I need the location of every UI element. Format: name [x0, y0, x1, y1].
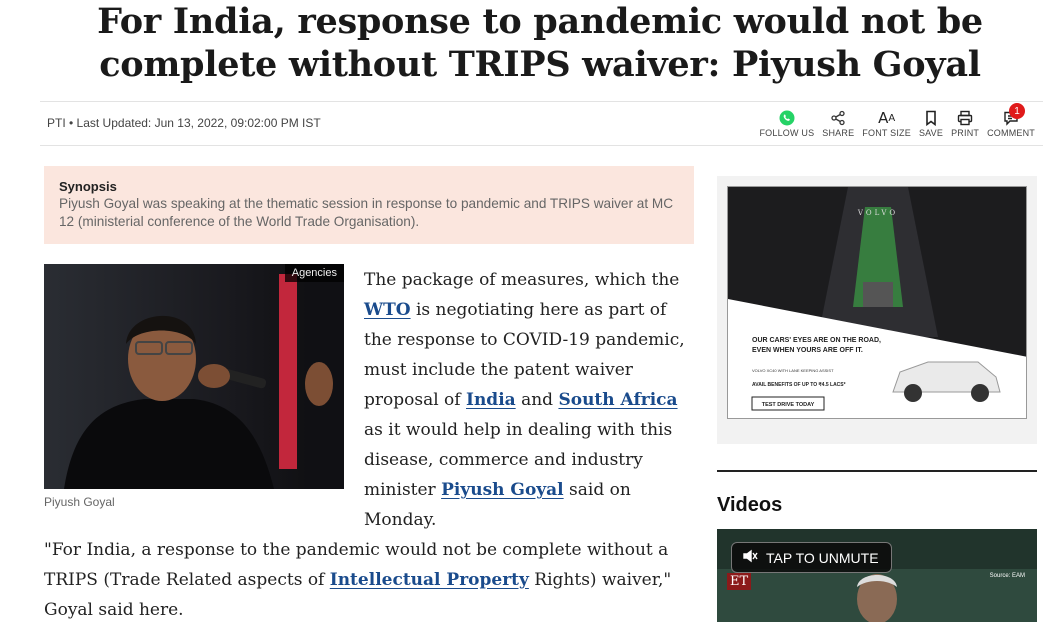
ad-line-1: OUR CARS' EYES ARE ON THE ROAD, — [752, 337, 881, 344]
tap-to-unmute-button[interactable]: TAP TO UNMUTE — [731, 542, 892, 573]
link-intellectual-property[interactable]: Intellectual Property — [330, 570, 529, 590]
whatsapp-icon — [779, 108, 795, 128]
article-meta-bar: PTI • Last Updated: Jun 13, 2022, 09:02:… — [40, 101, 1043, 146]
comment-label: COMMENT — [987, 128, 1035, 138]
article-headline: For India, response to pandemic would no… — [97, 1, 983, 85]
article-photo[interactable]: Agencies — [44, 264, 344, 489]
print-button[interactable]: PRINT — [951, 108, 979, 138]
font-size-icon: AA — [878, 109, 896, 127]
article-toolbar: FOLLOW US SHARE AA FONT SIZE SAVE PRINT — [759, 103, 1035, 138]
print-label: PRINT — [951, 128, 980, 138]
videos-heading: Videos — [717, 494, 783, 516]
photo-caption: Piyush Goyal — [44, 495, 115, 509]
link-india[interactable]: India — [466, 390, 516, 410]
sidebar-divider — [717, 470, 1037, 472]
comment-count-badge: 1 — [1009, 103, 1025, 119]
video-player[interactable]: TAP TO UNMUTE ET Source: EAM — [717, 529, 1037, 622]
share-icon — [830, 108, 846, 128]
print-icon — [957, 108, 973, 128]
font-size-label: FONT SIZE — [862, 128, 911, 138]
save-button[interactable]: SAVE — [919, 108, 943, 138]
article-paragraph-2: "For India, a response to the pandemic w… — [44, 535, 694, 622]
muted-speaker-icon — [742, 549, 758, 566]
link-south-africa[interactable]: South Africa — [558, 390, 677, 410]
photo-credit-tag: Agencies — [284, 264, 344, 282]
volvo-ad[interactable]: VOLVO OUR CARS' EYES ARE ON THE ROAD, EV… — [727, 186, 1027, 419]
paragraph-text: and — [515, 390, 559, 410]
byline: PTI • Last Updated: Jun 13, 2022, 09:02:… — [47, 116, 321, 130]
ad-cta[interactable]: TEST DRIVE TODAY — [762, 402, 815, 408]
video-source: Source: EAM — [989, 573, 1025, 579]
ad-benefits: AVAIL BENEFITS OF UP TO ₹4.5 LACS* — [752, 382, 846, 388]
font-size-button[interactable]: AA FONT SIZE — [862, 108, 911, 138]
share-button[interactable]: SHARE — [822, 108, 854, 138]
comment-button[interactable]: 1 COMMENT — [987, 103, 1035, 138]
unmute-label: TAP TO UNMUTE — [766, 549, 879, 566]
ad-line-2: EVEN WHEN YOURS ARE OFF IT. — [752, 347, 863, 354]
photo-image — [44, 264, 344, 489]
ad-container: VOLVO OUR CARS' EYES ARE ON THE ROAD, EV… — [717, 176, 1037, 444]
ad-small-text: VOLVO XC40 WITH LANE KEEPING ASSIST — [752, 368, 834, 373]
synopsis-box: Synopsis Piyush Goyal was speaking at th… — [44, 166, 694, 244]
synopsis-body: Piyush Goyal was speaking at the themati… — [59, 196, 674, 229]
ad-brand: VOLVO — [857, 209, 898, 217]
paragraph-text: The package of measures, which the — [364, 270, 680, 290]
save-label: SAVE — [918, 128, 944, 138]
link-wto[interactable]: WTO — [364, 300, 411, 320]
article-paragraph-1: The package of measures, which the WTO i… — [364, 265, 694, 535]
share-label: SHARE — [822, 128, 855, 138]
follow-us-button[interactable]: FOLLOW US — [759, 108, 814, 138]
et-logo: ET — [727, 573, 752, 590]
link-piyush-goyal[interactable]: Piyush Goyal — [441, 480, 564, 500]
bookmark-icon — [925, 108, 937, 128]
synopsis-title: Synopsis — [59, 179, 117, 194]
follow-us-label: FOLLOW US — [759, 128, 815, 138]
